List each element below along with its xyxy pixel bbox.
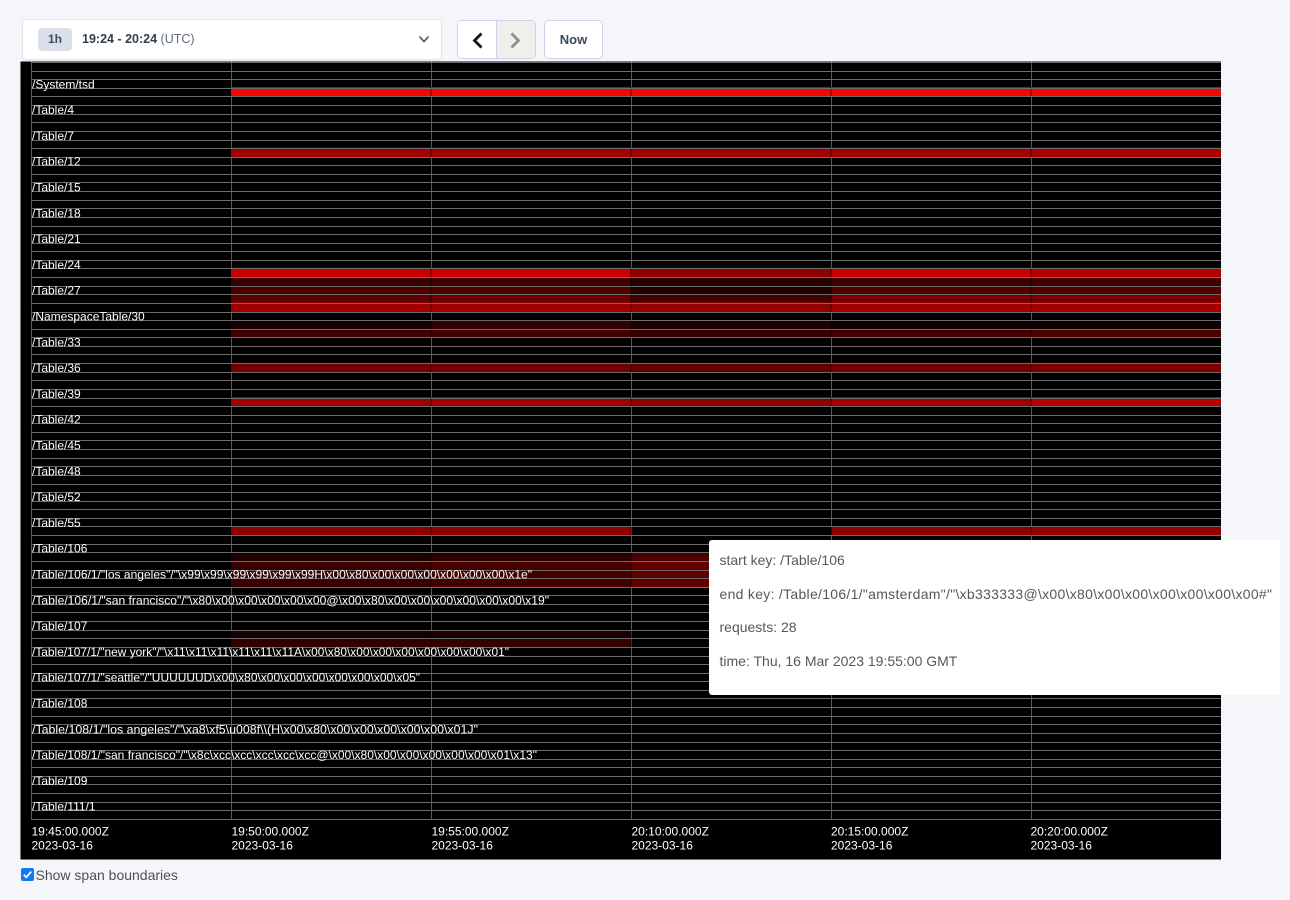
svg-text:20:20:00.000Z: 20:20:00.000Z (1031, 825, 1108, 839)
svg-text:/Table/15: /Table/15 (32, 181, 81, 195)
svg-text:2023-03-16: 2023-03-16 (632, 839, 694, 853)
svg-text:/Table/45: /Table/45 (32, 439, 81, 453)
svg-text:2023-03-16: 2023-03-16 (1031, 839, 1093, 853)
svg-text:/Table/107/1/"seattle"/"UUUUUU: /Table/107/1/"seattle"/"UUUUUUD\x00\x80\… (32, 671, 420, 685)
svg-text:20:15:00.000Z: 20:15:00.000Z (831, 825, 908, 839)
svg-text:/Table/55: /Table/55 (32, 516, 81, 530)
svg-text:/Table/18: /Table/18 (32, 206, 81, 220)
svg-text:/System/tsd: /System/tsd (32, 77, 95, 91)
svg-text:/Table/106: /Table/106 (32, 542, 88, 556)
svg-text:/Table/106/1/"san francisco"/": /Table/106/1/"san francisco"/"\x80\x00\x… (32, 593, 549, 607)
svg-text:/Table/111/1: /Table/111/1 (32, 800, 96, 814)
svg-text:/Table/48: /Table/48 (32, 464, 81, 478)
svg-text:20:10:00.000Z: 20:10:00.000Z (632, 825, 709, 839)
svg-text:/Table/24: /Table/24 (32, 258, 81, 272)
svg-text:/Table/39: /Table/39 (32, 387, 81, 401)
svg-text:/Table/7: /Table/7 (32, 129, 74, 143)
svg-text:/Table/12: /Table/12 (32, 155, 81, 169)
svg-text:19:45:00.000Z: 19:45:00.000Z (32, 825, 109, 839)
svg-text:/Table/42: /Table/42 (32, 413, 81, 427)
svg-text:/Table/108/1/"san francisco"/": /Table/108/1/"san francisco"/"\x8c\xcc\x… (32, 748, 537, 762)
svg-text:2023-03-16: 2023-03-16 (232, 839, 294, 853)
svg-text:2023-03-16: 2023-03-16 (32, 839, 94, 853)
svg-text:/Table/108/1/"los angeles"/"\x: /Table/108/1/"los angeles"/"\xa8\xf5\u00… (32, 722, 478, 736)
svg-text:/NamespaceTable/30: /NamespaceTable/30 (32, 310, 145, 324)
svg-text:/Table/4: /Table/4 (32, 103, 74, 117)
svg-text:/Table/27: /Table/27 (32, 284, 81, 298)
svg-text:19:50:00.000Z: 19:50:00.000Z (232, 825, 309, 839)
svg-text:/Table/52: /Table/52 (32, 490, 81, 504)
svg-text:19:55:00.000Z: 19:55:00.000Z (432, 825, 509, 839)
svg-text:/Table/33: /Table/33 (32, 335, 81, 349)
svg-text:/Table/109: /Table/109 (32, 774, 88, 788)
svg-text:/Table/106/1/"los angeles"/"\x: /Table/106/1/"los angeles"/"\x99\x99\x99… (32, 568, 532, 582)
svg-text:/Table/21: /Table/21 (32, 232, 81, 246)
svg-text:2023-03-16: 2023-03-16 (432, 839, 494, 853)
svg-text:/Table/108: /Table/108 (32, 697, 88, 711)
svg-text:/Table/107: /Table/107 (32, 619, 88, 633)
svg-text:/Table/36: /Table/36 (32, 361, 81, 375)
svg-text:/Table/107/1/"new york"/"\x11\: /Table/107/1/"new york"/"\x11\x11\x11\x1… (32, 645, 509, 659)
svg-text:2023-03-16: 2023-03-16 (831, 839, 893, 853)
